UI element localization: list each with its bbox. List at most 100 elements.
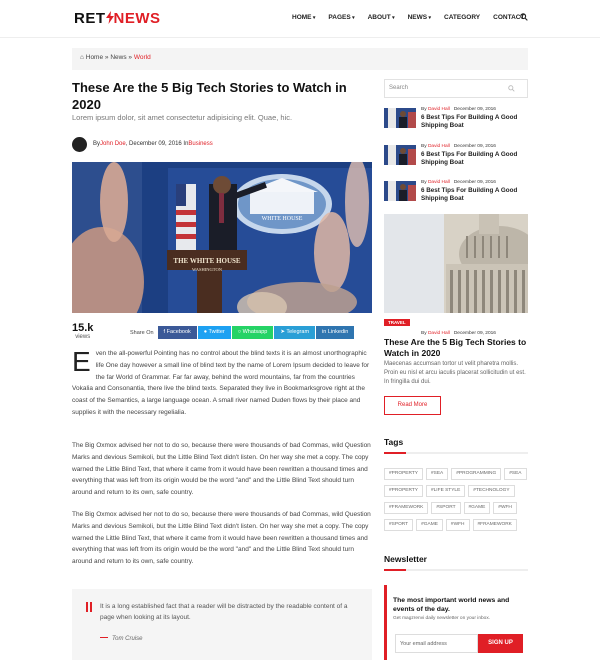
feature-image[interactable] [384, 214, 528, 313]
share-whatsapp-button[interactable]: ○ Whatsapp [231, 326, 274, 339]
breadcrumb-home[interactable]: Home [86, 54, 103, 61]
tags-heading: Tags [384, 437, 404, 447]
home-icon: ⌂ [80, 54, 84, 61]
hero-image: WHITE HOUSE THE WHITE HOUSE WASHINGTON [72, 162, 372, 313]
podium-sub: WASHINGTON [192, 267, 223, 272]
paragraph-1-text: ven the all-powerful Pointing has no con… [72, 350, 370, 416]
nav-category[interactable]: CATEGORY [444, 14, 480, 21]
post-title[interactable]: 6 Best Tips For Building A Good Shipping… [421, 114, 531, 130]
sidebar-post[interactable]: By David Hall December 09, 2016 6 Best T… [384, 180, 531, 203]
quote-text: It is a long established fact that a rea… [100, 603, 348, 621]
share-twitter-label: Twitter [208, 329, 225, 335]
tag[interactable]: #SEA [504, 468, 527, 480]
nav-news[interactable]: NEWS [408, 14, 431, 21]
breadcrumb: ⌂ Home » News » World [72, 48, 528, 70]
seal-text: WHITE HOUSE [262, 216, 303, 222]
feature-author[interactable]: David Hall [428, 331, 450, 336]
category-badge[interactable]: TRAVEL [384, 319, 410, 326]
tag-cloud: #PROPERTY #SEA #PROGRAMMING #SEA #PROPER… [384, 468, 530, 536]
newsletter-email-input[interactable]: Your email address [395, 634, 478, 653]
post-author[interactable]: David Hall [428, 107, 450, 112]
share-bar: Share On f Facebook ● Twitter ○ Whatsapp… [130, 326, 355, 339]
post-title[interactable]: 6 Best Tips For Building A Good Shipping… [421, 187, 531, 203]
post-author[interactable]: David Hall [428, 180, 450, 185]
article-subtitle: Lorem ipsum dolor, sit amet consectetur … [72, 113, 293, 122]
article-meta: By John Doe , December 09, 2016 In Busin… [72, 136, 213, 152]
share-whatsapp-label: Whatsapp [242, 329, 268, 335]
author-link[interactable]: John Doe [100, 141, 126, 147]
newsletter-headline: The most important world news and events… [393, 597, 510, 613]
sidebar-post[interactable]: By David Hall December 09, 2016 6 Best T… [384, 144, 531, 167]
tag[interactable]: #SPORT [431, 502, 461, 514]
podium-sign: THE WHITE HOUSE [173, 257, 241, 265]
post-thumbnail [384, 108, 416, 128]
post-title[interactable]: 6 Best Tips For Building A Good Shipping… [421, 151, 531, 167]
tag[interactable]: #PROPERTY [384, 485, 423, 497]
feature-date: December 09, 2016 [453, 331, 496, 336]
article-date: , December 09, 2016 In [125, 141, 189, 147]
tag[interactable]: #SPORT [384, 519, 414, 531]
tag[interactable]: #WFH [493, 502, 517, 514]
feature-title[interactable]: These Are the 5 Big Tech Stories to Watc… [384, 337, 528, 359]
newsletter-subtext: Get magzrenvi daily newsletter on your i… [393, 616, 491, 621]
nav-pages[interactable]: PAGES [328, 14, 354, 21]
by-label: By [93, 141, 101, 147]
tag[interactable]: #SEA [425, 468, 449, 480]
quote-bar-icon [86, 602, 92, 612]
article-paragraph-3: The Big Oxmox advised her not to do so, … [72, 511, 371, 566]
newsletter-heading: Newsletter [384, 554, 427, 564]
post-meta: By David Hall December 09, 2016 [421, 107, 496, 112]
share-telegram-button[interactable]: ➤ Telegram [274, 326, 316, 339]
logo-text-a: RET [74, 10, 106, 27]
sidebar-search-input[interactable]: Search [384, 79, 528, 98]
signup-button[interactable]: SIGN UP [478, 634, 523, 653]
tag[interactable]: #FRAMEWORK [472, 519, 517, 531]
post-date: December 09, 2016 [453, 144, 496, 149]
tags-divider [384, 452, 528, 454]
post-meta: By David Hall December 09, 2016 [421, 144, 496, 149]
sidebar-post[interactable]: By David Hall December 09, 2016 6 Best T… [384, 107, 531, 130]
article-paragraph-1: Even the all-powerful Pointing has no co… [72, 348, 372, 419]
blockquote: It is a long established fact that a rea… [72, 589, 372, 660]
feature-excerpt: Maecenas accumsan tortor ut velit pharet… [384, 361, 526, 385]
views-counter: 15.k views [72, 322, 93, 340]
tag[interactable]: #TECHNOLOGY [468, 485, 515, 497]
tag[interactable]: #WFH [445, 519, 470, 531]
author-avatar[interactable] [72, 136, 87, 152]
read-more-button[interactable]: Read More [384, 396, 441, 415]
site-logo[interactable]: RET NEWS [74, 10, 161, 27]
tag[interactable]: #GAME [463, 502, 491, 514]
site-header: RET NEWS HOME PAGES ABOUT NEWS CATEGORY C… [0, 0, 600, 38]
main-nav: HOME PAGES ABOUT NEWS CATEGORY CONTACT [292, 14, 537, 21]
bolt-icon [105, 11, 114, 24]
breadcrumb-news[interactable]: News [110, 54, 126, 61]
tag[interactable]: #GAME [416, 519, 443, 531]
email-placeholder: Your email address [400, 641, 447, 647]
breadcrumb-current: World [133, 54, 151, 61]
search-icon[interactable] [520, 13, 528, 21]
post-thumbnail [384, 145, 416, 165]
nav-home[interactable]: HOME [292, 14, 315, 21]
share-linkedin-button[interactable]: in Linkedin [316, 326, 355, 339]
post-date: December 09, 2016 [453, 107, 496, 112]
share-facebook-button[interactable]: f Facebook [157, 326, 197, 339]
category-link[interactable]: Business [188, 141, 212, 147]
share-telegram-label: Telegram [286, 329, 310, 335]
tag[interactable]: #PROGRAMMING [451, 468, 502, 480]
share-facebook-label: Facebook [166, 329, 191, 335]
post-date: December 09, 2016 [453, 180, 496, 185]
nav-about[interactable]: ABOUT [368, 14, 395, 21]
post-meta: By David Hall December 09, 2016 [421, 180, 496, 185]
post-author[interactable]: David Hall [428, 144, 450, 149]
views-label: views [75, 334, 91, 340]
tag[interactable]: #PROPERTY [384, 468, 423, 480]
post-thumbnail [384, 181, 416, 201]
tag[interactable]: #FRAMEWORK [384, 502, 429, 514]
feature-meta: By David Hall December 09, 2016 [421, 331, 496, 336]
article-paragraph-2: The Big Oxmox advised her not to do so, … [72, 442, 371, 497]
share-twitter-button[interactable]: ● Twitter [197, 326, 231, 339]
drop-cap: E [72, 346, 91, 377]
search-icon[interactable] [508, 85, 515, 92]
tag[interactable]: #LIFE STYLE [425, 485, 466, 497]
views-number: 15.k [72, 322, 94, 334]
